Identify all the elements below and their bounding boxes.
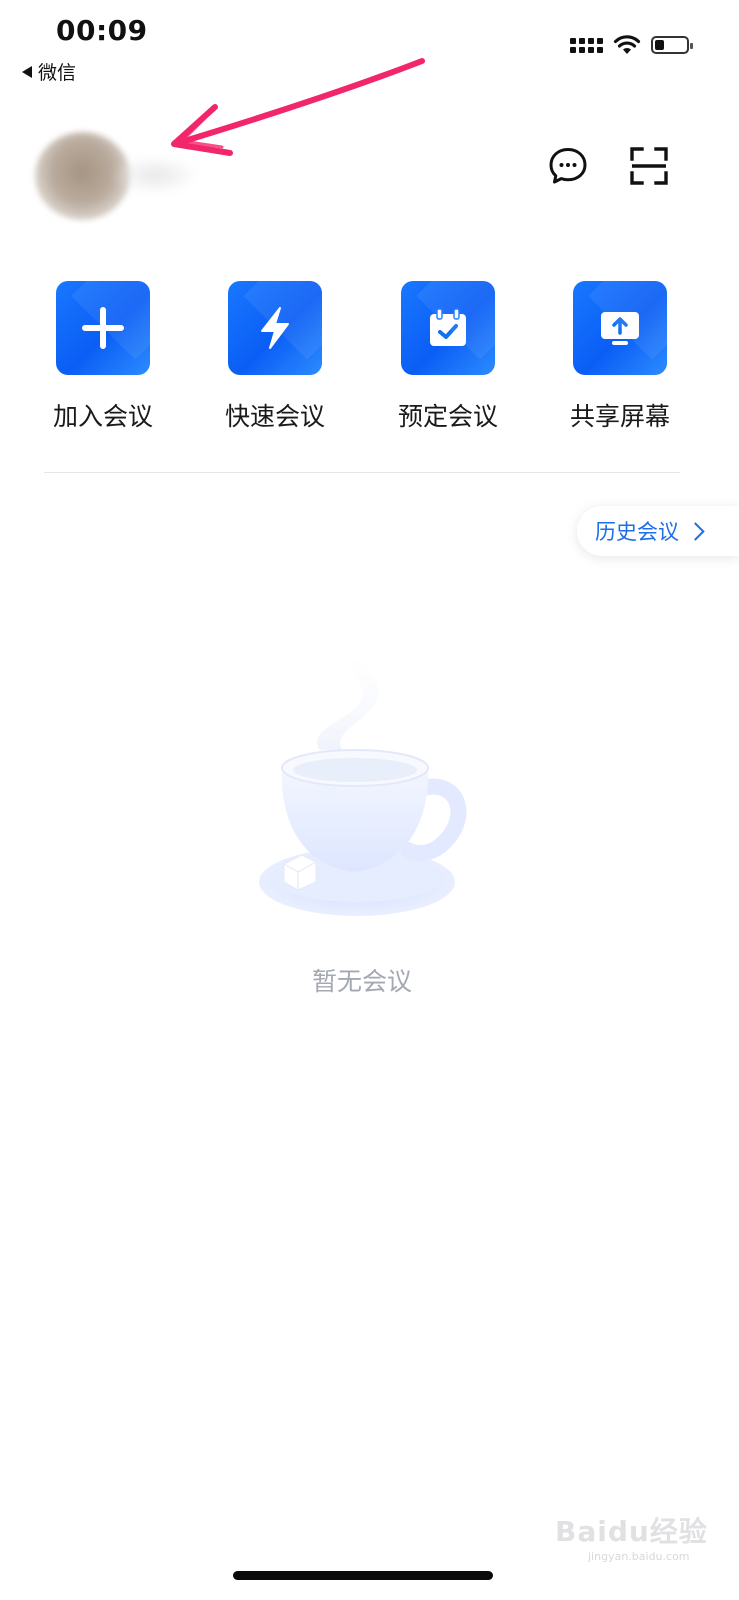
share-screen-tile[interactable] bbox=[573, 281, 667, 375]
join-meeting-tile[interactable] bbox=[56, 281, 150, 375]
back-to-wechat-button[interactable]: 微信 bbox=[22, 58, 76, 85]
share-screen-label: 共享屏幕 bbox=[569, 402, 670, 431]
status-indicators bbox=[570, 34, 693, 56]
quick-meeting-button[interactable]: 快速会议 bbox=[215, 281, 335, 433]
baidu-watermark: Baidu经验 bbox=[555, 1515, 708, 1548]
annotation-arrow-icon bbox=[171, 58, 425, 156]
plus-icon bbox=[82, 307, 124, 349]
empty-state-text: 暂无会议 bbox=[311, 967, 412, 996]
home-indicator[interactable] bbox=[233, 1571, 493, 1580]
calendar-check-icon bbox=[430, 308, 466, 346]
share-screen-button[interactable]: 共享屏幕 bbox=[560, 281, 680, 433]
cellular-signal-icon bbox=[570, 37, 603, 53]
baidu-watermark-url: jingyan.baidu.com bbox=[588, 1550, 690, 1563]
scan-icon[interactable] bbox=[629, 146, 669, 186]
screen-share-icon bbox=[601, 312, 639, 345]
status-time: 00:09 bbox=[56, 14, 148, 47]
section-divider bbox=[44, 472, 680, 473]
lightning-icon bbox=[261, 307, 289, 349]
quick-meeting-tile[interactable] bbox=[228, 281, 322, 375]
schedule-meeting-tile[interactable] bbox=[401, 281, 495, 375]
chat-bubble-icon[interactable] bbox=[548, 146, 588, 186]
join-meeting-label: 加入会议 bbox=[52, 402, 153, 431]
wifi-icon bbox=[613, 35, 641, 54]
history-meetings-button[interactable]: 历史会议 bbox=[577, 506, 739, 556]
join-meeting-button[interactable]: 加入会议 bbox=[43, 281, 163, 433]
history-meetings-label: 历史会议 bbox=[595, 520, 679, 544]
back-label: 微信 bbox=[38, 62, 77, 84]
back-triangle-icon bbox=[22, 65, 32, 78]
battery-icon bbox=[651, 36, 693, 54]
schedule-meeting-label: 预定会议 bbox=[397, 402, 498, 431]
quick-meeting-label: 快速会议 bbox=[224, 402, 325, 431]
coffee-cup-icon bbox=[259, 655, 467, 916]
chevron-right-icon bbox=[686, 521, 705, 541]
schedule-meeting-button[interactable]: 预定会议 bbox=[388, 281, 508, 433]
